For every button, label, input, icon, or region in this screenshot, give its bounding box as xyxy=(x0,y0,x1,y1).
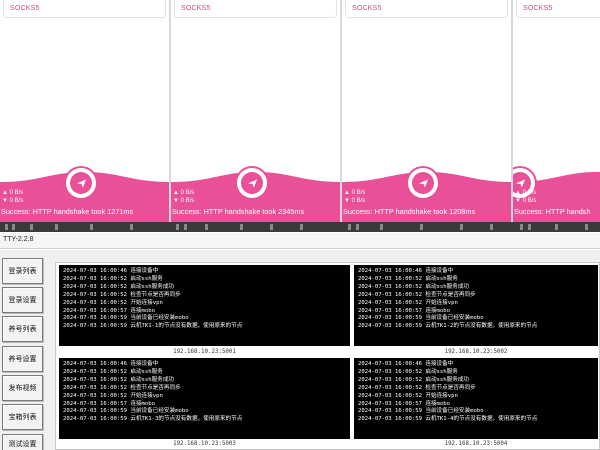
log-line: 2024-07-03 16:00:46 连接设备中 xyxy=(358,361,454,367)
device-address-label: 192.168.10.23:5001 xyxy=(173,349,236,355)
upload-speed: ▲ 0 B/s xyxy=(173,190,195,196)
proxy-protocol-label: SOCKS5 xyxy=(181,5,211,12)
log-line: 2024-07-03 16:00:59 云机TK1-4的节点没有数据，使用原来的… xyxy=(358,416,538,423)
connect-button[interactable] xyxy=(237,168,267,198)
sidebar-button-nurture-settings[interactable]: 养号设置 xyxy=(2,346,43,372)
paper-plane-icon xyxy=(515,178,525,188)
device-address-label: 192.168.10.23:5004 xyxy=(444,441,508,447)
proxy-protocol-label: SOCKS5 xyxy=(523,5,553,12)
log-line: 2024-07-03 16:00:52 开始连接vpn xyxy=(63,299,163,306)
proxy-card[interactable]: SOCKS5 xyxy=(174,0,337,18)
sidebar-button-treasure-list[interactable]: 宝箱列表 xyxy=(2,404,43,430)
log-line: 2024-07-03 16:00:59 云机TK1-1的节点没有数据，使用原来的… xyxy=(63,323,243,330)
connect-button[interactable] xyxy=(66,168,96,198)
phone-screen-4[interactable]: SOCKS5 ▲ 0 B/s ▼ 0 B/s Success: HTTP han… xyxy=(513,0,600,222)
terminal-panel-1[interactable]: 2024-07-03 16:00:46 连接设备中 2024-07-03 16:… xyxy=(59,265,350,346)
phone-screen-3[interactable]: SOCKS5 ▲ 0 B/s ▼ 0 B/s Success: HTTP han… xyxy=(342,0,513,222)
handshake-status: Success: HTTP handshake took 1208ms xyxy=(343,207,476,216)
log-line: 2024-07-03 16:00:52 检查节点是否再同步 xyxy=(358,291,476,298)
window-title-bar: TTY-2.2.8 xyxy=(0,233,600,249)
log-line: 2024-07-03 16:00:52 开始连接vpn xyxy=(358,392,458,399)
device-address-label: 192.168.10.23:5003 xyxy=(173,441,236,447)
download-speed: ▼ 0 B/s xyxy=(173,198,195,204)
connect-button[interactable] xyxy=(408,168,438,198)
log-line: 2024-07-03 16:00:52 启动ssh服务 xyxy=(63,275,163,282)
terminal-grid: 2024-07-03 16:00:46 连接设备中 2024-07-03 16:… xyxy=(55,262,600,450)
log-line: 2024-07-03 16:00:59 云机TK1-2的节点没有数据，使用原来的… xyxy=(358,323,538,330)
proxy-card[interactable]: SOCKS5 xyxy=(3,0,166,18)
log-line: 2024-07-03 16:00:52 启动ssh服务 xyxy=(358,275,458,282)
upload-speed: ▲ 0 B/s xyxy=(344,190,366,196)
download-speed: ▼ 0 B/s xyxy=(515,198,537,204)
screen: SOCKS5 ▲ 0 B/s ▼ 0 B/s Success: HTTP han… xyxy=(0,0,600,450)
log-line: 2024-07-03 16:00:52 检查节点是否再同步 xyxy=(63,291,181,298)
sidebar-button-nurture-list[interactable]: 养号列表 xyxy=(2,316,43,342)
paper-plane-icon xyxy=(247,178,257,188)
paper-plane-icon xyxy=(76,178,86,188)
download-speed: ▼ 0 B/s xyxy=(2,198,24,204)
sidebar-button-login-settings[interactable]: 登录设置 xyxy=(2,287,43,313)
log-line: 2024-07-03 16:00:52 启动ssh服务成功 xyxy=(358,283,470,290)
upload-speed: ▲ 0 B/s xyxy=(515,190,537,196)
log-line: 2024-07-03 16:00:46 连接设备中 xyxy=(358,268,454,274)
proxy-protocol-label: SOCKS5 xyxy=(352,5,382,12)
log-line: 2024-07-03 16:00:52 检查节点是否再同步 xyxy=(63,384,181,391)
log-line: 2024-07-03 16:00:52 启动ssh服务 xyxy=(63,368,163,375)
phone-mirror-strip: SOCKS5 ▲ 0 B/s ▼ 0 B/s Success: HTTP han… xyxy=(0,0,600,222)
window-title: TTY-2.2.8 xyxy=(3,236,34,243)
terminal-panel-4[interactable]: 2024-07-03 16:00:46 连接设备中 2024-07-03 16:… xyxy=(354,358,598,439)
log-line: 2024-07-03 16:00:46 连接设备中 xyxy=(63,361,159,367)
sidebar-button-login-list[interactable]: 登录列表 xyxy=(2,258,43,284)
log-line: 2024-07-03 16:00:52 开始连接vpn xyxy=(63,392,163,399)
phone-screen-1[interactable]: SOCKS5 ▲ 0 B/s ▼ 0 B/s Success: HTTP han… xyxy=(0,0,171,222)
upload-speed: ▲ 0 B/s xyxy=(2,190,24,196)
phone-nav-strip xyxy=(0,222,600,232)
phone-screen-2[interactable]: SOCKS5 ▲ 0 B/s ▼ 0 B/s Success: HTTP han… xyxy=(171,0,342,222)
tty-window: 登录列表 登录设置 养号列表 养号设置 发布视频 宝箱列表 测试设置 2024-… xyxy=(0,250,600,450)
log-line: 2024-07-03 16:00:59 云机TK1-3的节点没有数据，使用原来的… xyxy=(63,416,243,423)
handshake-status: Success: HTTP handshake took 2345ms xyxy=(172,207,305,216)
proxy-card[interactable]: SOCKS5 xyxy=(516,0,600,18)
log-line: 2024-07-03 16:00:52 启动ssh服务成功 xyxy=(63,283,175,290)
log-line: 2024-07-03 16:00:52 开始连接vpn xyxy=(358,299,458,306)
sidebar-button-test-settings[interactable]: 测试设置 xyxy=(2,434,43,450)
handshake-status: Success: HTTP handshake took 1271ms xyxy=(1,207,134,216)
download-speed: ▼ 0 B/s xyxy=(344,198,366,204)
sidebar-button-publish-video[interactable]: 发布视频 xyxy=(2,375,43,401)
paper-plane-icon xyxy=(418,178,428,188)
device-address-label: 192.168.10.23:5002 xyxy=(444,349,508,355)
terminal-panel-2[interactable]: 2024-07-03 16:00:46 连接设备中 2024-07-03 16:… xyxy=(354,265,598,346)
log-line: 2024-07-03 16:00:46 连接设备中 xyxy=(63,268,159,274)
log-line: 2024-07-03 16:00:52 启动ssh服务 xyxy=(358,368,458,375)
log-line: 2024-07-03 16:00:52 检查节点是否再同步 xyxy=(358,384,476,391)
terminal-panel-3[interactable]: 2024-07-03 16:00:46 连接设备中 2024-07-03 16:… xyxy=(59,358,350,439)
proxy-card[interactable]: SOCKS5 xyxy=(345,0,508,18)
log-line: 2024-07-03 16:00:52 启动ssh服务成功 xyxy=(63,376,175,383)
log-line: 2024-07-03 16:00:52 启动ssh服务成功 xyxy=(358,376,470,383)
handshake-status: Success: HTTP handsh xyxy=(514,207,591,216)
proxy-protocol-label: SOCKS5 xyxy=(10,5,40,12)
